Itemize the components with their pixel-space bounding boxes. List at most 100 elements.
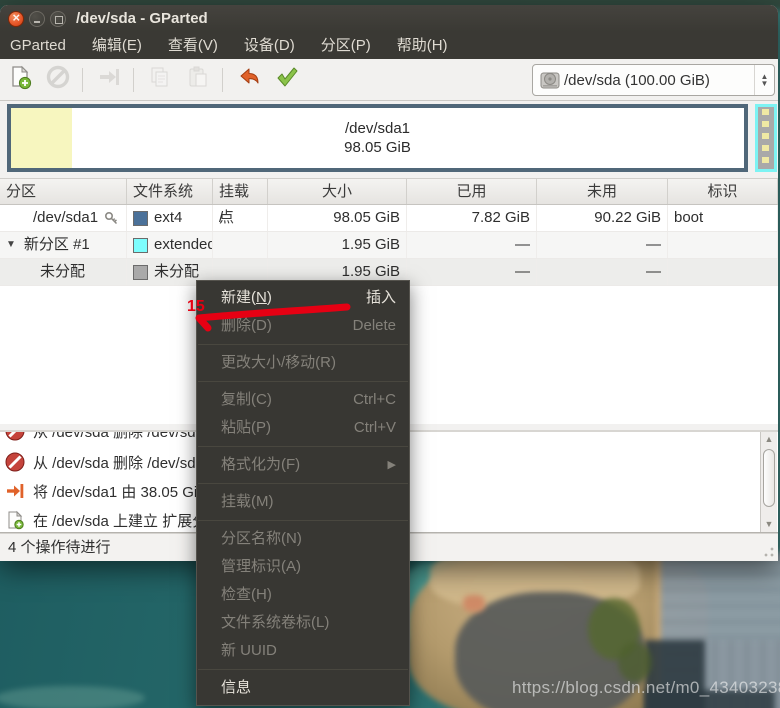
menubar-item[interactable]: 分区(P) (308, 32, 384, 59)
context-menu-item: 删除(D) Delete (197, 312, 409, 340)
paste-button (180, 64, 216, 96)
toolbar-separator (222, 67, 223, 92)
filesystem-label: extended (154, 236, 213, 253)
apply-button[interactable] (269, 64, 305, 96)
operation-row[interactable]: 将 /dev/sda1 由 38.05 GiB (5, 478, 207, 504)
flags-value: boot (668, 205, 778, 231)
unallocated-hatch (762, 109, 769, 167)
scroll-up-icon[interactable]: ▲ (761, 432, 777, 447)
delete-op-icon (5, 432, 25, 441)
context-menu-item: 新 UUID (221, 642, 277, 659)
expander-icon[interactable]: ▼ (6, 232, 16, 258)
menu-separator (198, 344, 408, 345)
menubar-item[interactable]: 设备(D) (231, 32, 308, 59)
maximize-button[interactable] (50, 11, 66, 27)
copy-icon (147, 64, 173, 95)
partition-visual-pane: /dev/sda1 98.05 GiB (0, 101, 778, 178)
column-header[interactable]: 已用 (407, 179, 537, 204)
menubar-item[interactable]: 编辑(E) (79, 32, 155, 59)
paste-icon (185, 64, 211, 95)
context-menu-item[interactable]: 新建(N) 插入 (197, 284, 409, 312)
new-partition-button[interactable] (2, 64, 38, 96)
scrollbar-thumb[interactable] (763, 449, 775, 507)
menubar: GParted 编辑(E) 查看(V) 设备(D) 分区(P) 帮助(H) (0, 32, 778, 59)
resize-move-icon (96, 64, 122, 95)
resize-grip[interactable] (763, 546, 775, 558)
column-header[interactable]: 大小 (268, 179, 407, 204)
screen: https://blog.csdn.net/m0_43403238 /dev/s… (0, 0, 780, 708)
menu-shortcut: Ctrl+V (353, 419, 396, 436)
close-button[interactable] (8, 10, 24, 27)
apply-icon (274, 64, 300, 95)
table-header: 分区 文件系统 挂载点 大小 已用 未用 标识 (0, 178, 778, 226)
filesystem-label: 未分配 (154, 263, 200, 280)
menubar-item[interactable]: GParted (0, 32, 79, 59)
menubar-item[interactable]: 查看(V) (155, 32, 231, 59)
partition-name: 未分配 (40, 263, 86, 280)
partition-visual-extended[interactable] (755, 104, 777, 172)
column-header[interactable]: 挂载点 (213, 179, 268, 226)
context-menu-item: 管理标识(A) (221, 558, 301, 575)
toolbar-separator (133, 67, 134, 92)
scroll-down-icon[interactable]: ▼ (761, 517, 777, 532)
menubar-item[interactable]: 帮助(H) (384, 32, 461, 59)
operation-row[interactable]: 从 /dev/sda 删除 /dev/sd (5, 432, 196, 444)
context-menu-item: 格式化为(F) ▶ (197, 451, 409, 479)
copy-button (142, 64, 178, 96)
column-header[interactable]: 分区 (0, 179, 127, 204)
operation-row[interactable]: 从 /dev/sda 删除 /dev/sd (5, 449, 196, 475)
filesystem-color-swatch (133, 237, 148, 253)
unused-value: — (537, 232, 668, 258)
context-menu-item: 文件系统卷标(L) (221, 614, 330, 631)
csdn-watermark: https://blog.csdn.net/m0_43403238 (512, 678, 780, 697)
menu-separator (198, 520, 408, 521)
menu-separator (198, 381, 408, 382)
operation-text: 从 /dev/sda 删除 /dev/sd (33, 454, 196, 472)
table-row[interactable]: ▼ 新分区 #1 extended 1.95 GiB — — (0, 232, 778, 259)
undo-icon (236, 64, 262, 95)
used-value: 7.82 GiB (407, 205, 537, 231)
submenu-arrow-icon: ▶ (387, 459, 396, 471)
filesystem-label: ext4 (154, 209, 183, 226)
new-partition-icon (7, 64, 33, 95)
wallpaper-blob (618, 642, 652, 682)
toolbar-separator (82, 67, 83, 92)
device-selector[interactable]: /dev/sda (100.00 GiB) ▲ ▼ (532, 64, 775, 96)
device-selector-spinner[interactable]: ▲ ▼ (754, 65, 774, 95)
context-menu-item: 分区名称(N) (221, 530, 302, 547)
minimize-button[interactable] (29, 11, 45, 27)
wallpaper-blob (463, 595, 485, 612)
partition-visual-sda1[interactable]: /dev/sda1 98.05 GiB (7, 104, 748, 172)
menu-separator (198, 669, 408, 670)
operation-text: 在 /dev/sda 上建立 扩展分 (33, 512, 208, 530)
delete-op-icon (5, 452, 25, 472)
column-header[interactable]: 未用 (537, 179, 668, 204)
wallpaper-blob (0, 686, 145, 708)
menu-separator (198, 483, 408, 484)
context-menu-item: 更改大小/移动(R) (221, 354, 336, 371)
partition-name: /dev/sda1 (33, 209, 99, 226)
column-header[interactable]: 标识 (668, 179, 778, 204)
operation-text: 将 /dev/sda1 由 38.05 GiB (33, 483, 208, 501)
used-value: — (407, 232, 537, 258)
hard-disk-icon (538, 68, 562, 92)
operation-row[interactable]: 在 /dev/sda 上建立 扩展分 (5, 507, 208, 532)
mount-point: / (213, 205, 268, 231)
titlebar[interactable]: /dev/sda - GParted (0, 5, 778, 32)
device-selector-label: /dev/sda (100.00 GiB) (564, 71, 710, 89)
column-header[interactable]: 文件系统 (127, 179, 213, 204)
partition-context-menu: 新建(N) 插入 删除(D) Delete 更改大小/移动(R) 复制(C) C… (196, 280, 410, 706)
partition-visual-label: /dev/sda1 98.05 GiB (344, 120, 411, 156)
size-value: 98.05 GiB (268, 205, 407, 231)
unused-value: — (537, 259, 668, 285)
delete-partition-button (40, 64, 76, 96)
operations-scrollbar[interactable]: ▲ ▼ (760, 432, 777, 532)
menu-shortcut: Delete (352, 317, 396, 334)
context-menu-item[interactable]: 信息 (197, 674, 409, 702)
resize-move-button (91, 64, 127, 96)
menu-shortcut: Ctrl+C (353, 391, 396, 408)
size-value: 1.95 GiB (268, 232, 407, 258)
undo-button[interactable] (231, 64, 267, 96)
used-value: — (407, 259, 537, 285)
table-row[interactable]: /dev/sda1 ext4 / 98.05 GiB 7.82 GiB 90.2… (0, 205, 778, 232)
